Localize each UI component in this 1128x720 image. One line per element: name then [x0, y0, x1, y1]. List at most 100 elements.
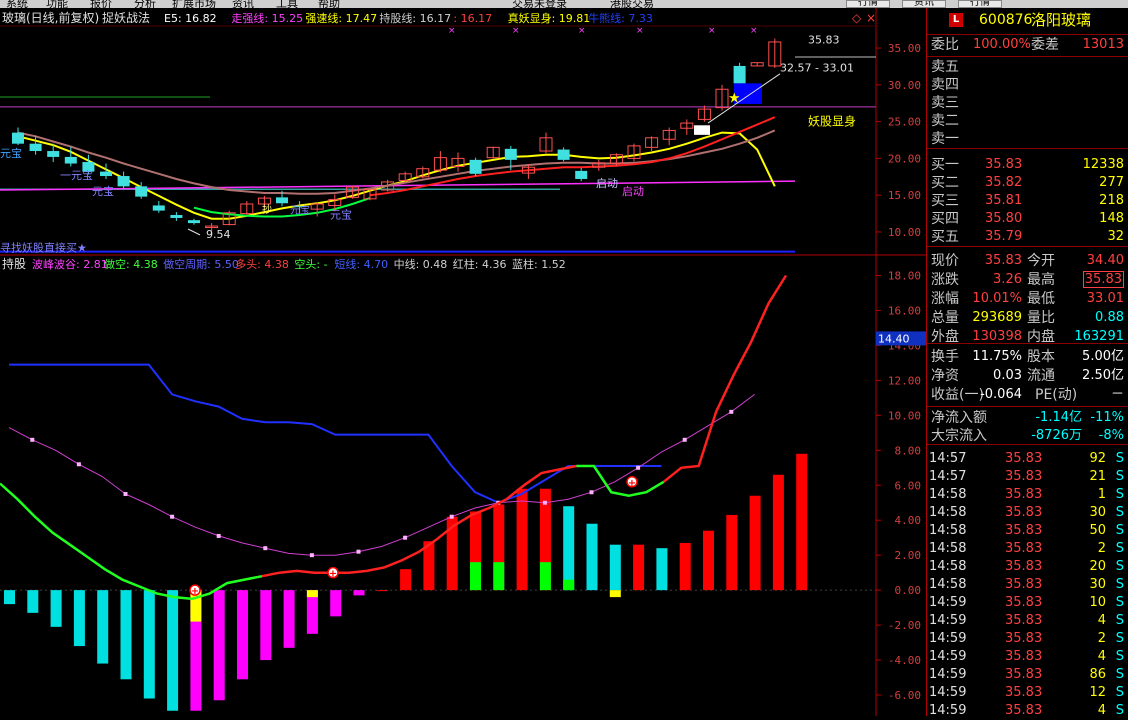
tick-price: 35.83 — [1005, 613, 1043, 628]
tick-price: 35.83 — [1005, 469, 1043, 484]
histogram-bar-low-segment — [539, 562, 551, 591]
tick-side: S — [1115, 703, 1124, 718]
tick-row: 14:58 35.83 2 S — [927, 540, 1128, 558]
candle-body-down — [100, 171, 112, 177]
quote-label: 最高 — [1027, 272, 1055, 288]
sell-order-row: 卖五 — [927, 58, 1128, 76]
mid-line-dot — [170, 514, 175, 519]
quote-value: 293689 — [972, 310, 1022, 325]
quote-label: 涨幅 — [931, 291, 959, 307]
tick-volume: 4 — [1097, 613, 1106, 628]
stock-code: 600876 — [979, 12, 1033, 28]
cursor-value-label: 14.40 — [878, 332, 910, 345]
histogram-bar — [237, 590, 248, 680]
quote-row: 总量 293689 量比 0.88 — [927, 309, 1128, 327]
main-indicator-value: : 16.17 — [453, 12, 492, 25]
sub-y-tick-label: -2.00 — [888, 619, 921, 632]
stock-logo-icon: L — [949, 13, 963, 27]
tick-time: 14:57 — [929, 469, 967, 484]
tick-side: S — [1115, 505, 1124, 520]
sell-level-label: 卖二 — [931, 113, 959, 129]
candle-body-down — [276, 197, 288, 204]
histogram-bar-top-segment — [306, 590, 318, 598]
finance-label: 换手 — [931, 349, 959, 365]
menu-item-extended-market[interactable]: 扩展市场 — [172, 0, 216, 8]
sub-indicator-value: 短线: 4.70 — [334, 257, 388, 271]
tick-row: 14:58 35.83 50 S — [927, 522, 1128, 540]
price-range-label: 32.57 - 33.01 — [780, 62, 854, 75]
candle-body-down — [557, 149, 570, 160]
sell-level-label: 卖五 — [931, 59, 959, 75]
quote-label: 现价 — [931, 253, 959, 269]
menu-item-system[interactable]: 系统 — [6, 0, 28, 8]
plus-icon: + — [191, 586, 199, 597]
tick-price: 35.83 — [1005, 703, 1043, 718]
mid-line-dot — [729, 409, 734, 414]
mid-line-dot — [449, 514, 454, 519]
yuanbao-signal-2: 一元宝 — [60, 168, 93, 182]
finance-label: 收益(一) — [931, 387, 984, 403]
fund-flow-percent: -11% — [1090, 410, 1124, 425]
tick-volume: 4 — [1097, 703, 1106, 718]
menu-item-function[interactable]: 功能 — [46, 0, 68, 8]
quote-value: 35.83 — [1082, 271, 1124, 288]
tick-price: 35.83 — [1005, 577, 1043, 592]
buy-level-label: 买一 — [931, 157, 959, 173]
menu-item-tools[interactable]: 工具 — [276, 0, 298, 8]
histogram-bar-low-segment — [609, 590, 621, 598]
histogram-bar — [4, 590, 15, 605]
order-ratio-row: 委比 100.00% 委差 13013 — [927, 36, 1128, 54]
yuanbao-signal-1: 元宝 — [0, 146, 22, 160]
finance-label: 净资 — [931, 368, 959, 384]
tick-time: 14:57 — [929, 451, 967, 466]
histogram-bar — [726, 514, 738, 591]
fund-flow-amount: -8726万 — [1031, 428, 1082, 443]
kline-chart-area[interactable]: 35.00 30.00 25.00 20.00 15.00 10.00 ★ 35.83 32… — [0, 8, 926, 716]
histogram-bar — [400, 569, 412, 591]
candle-body-down — [47, 151, 60, 157]
histogram-bar — [796, 453, 808, 591]
menu-item-trade-status[interactable]: 交易未登录 — [512, 0, 567, 8]
finance-value: -0.064 — [980, 387, 1022, 402]
buy-volume: 277 — [1099, 175, 1124, 190]
candle-body-down — [575, 170, 588, 179]
tick-row: 14:59 35.83 4 S — [927, 648, 1128, 666]
candle-body-down — [12, 132, 24, 144]
menu-item-hk-trade[interactable]: 港股交易 — [610, 0, 654, 8]
finance-value: 2.50亿 — [1082, 368, 1124, 383]
toolbar-button-quote-2[interactable]: 行情 — [958, 0, 1002, 8]
order-ratio-value: 100.00% — [973, 37, 1031, 52]
tick-side: S — [1115, 487, 1124, 502]
menu-item-help[interactable]: 帮助 — [318, 0, 340, 8]
tick-price: 35.83 — [1005, 649, 1043, 664]
menu-item-news[interactable]: 资讯 — [232, 0, 254, 8]
find-demon-stock-text: 寻找妖股直接买★ — [0, 241, 87, 255]
high-price-label: 35.83 — [808, 34, 840, 47]
buy-volume: 218 — [1099, 193, 1124, 208]
main-indicator-value: 持股线: 16.17 — [379, 11, 451, 25]
toolbar-button-news[interactable]: 资讯 — [902, 0, 946, 8]
menu-item-quote[interactable]: 报价 — [90, 0, 112, 8]
mid-line-dot — [123, 491, 128, 496]
finance-row: 换手 11.75% 股本 5.00亿 — [927, 348, 1128, 366]
tick-time: 14:59 — [929, 595, 967, 610]
main-y-tick-label: 10.00 — [888, 226, 921, 239]
tick-volume: 2 — [1097, 541, 1106, 556]
fund-flow-amount: -1.14亿 — [1035, 410, 1082, 425]
signal-x-marker: × — [750, 26, 758, 36]
histogram-bar — [353, 590, 365, 596]
fund-flow-percent: -8% — [1098, 428, 1124, 443]
tick-time: 14:59 — [929, 703, 967, 718]
tick-row: 14:59 35.83 2 S — [927, 630, 1128, 648]
histogram-bar — [97, 590, 109, 664]
finance-row: 净资 0.03 流通 2.50亿 — [927, 367, 1128, 385]
finance-label: 股本 — [1027, 349, 1055, 365]
tick-volume: 92 — [1089, 451, 1106, 466]
qidong-signal-1: 启动 — [596, 177, 618, 190]
toolbar-button-quote[interactable]: 行情 — [846, 0, 890, 8]
sell-order-row: 卖一 — [927, 130, 1128, 148]
finance-label: 流通 — [1027, 368, 1055, 384]
menu-item-analysis[interactable]: 分析 — [134, 0, 156, 8]
tick-side: S — [1115, 451, 1124, 466]
main-y-tick-label: 30.00 — [888, 79, 921, 92]
